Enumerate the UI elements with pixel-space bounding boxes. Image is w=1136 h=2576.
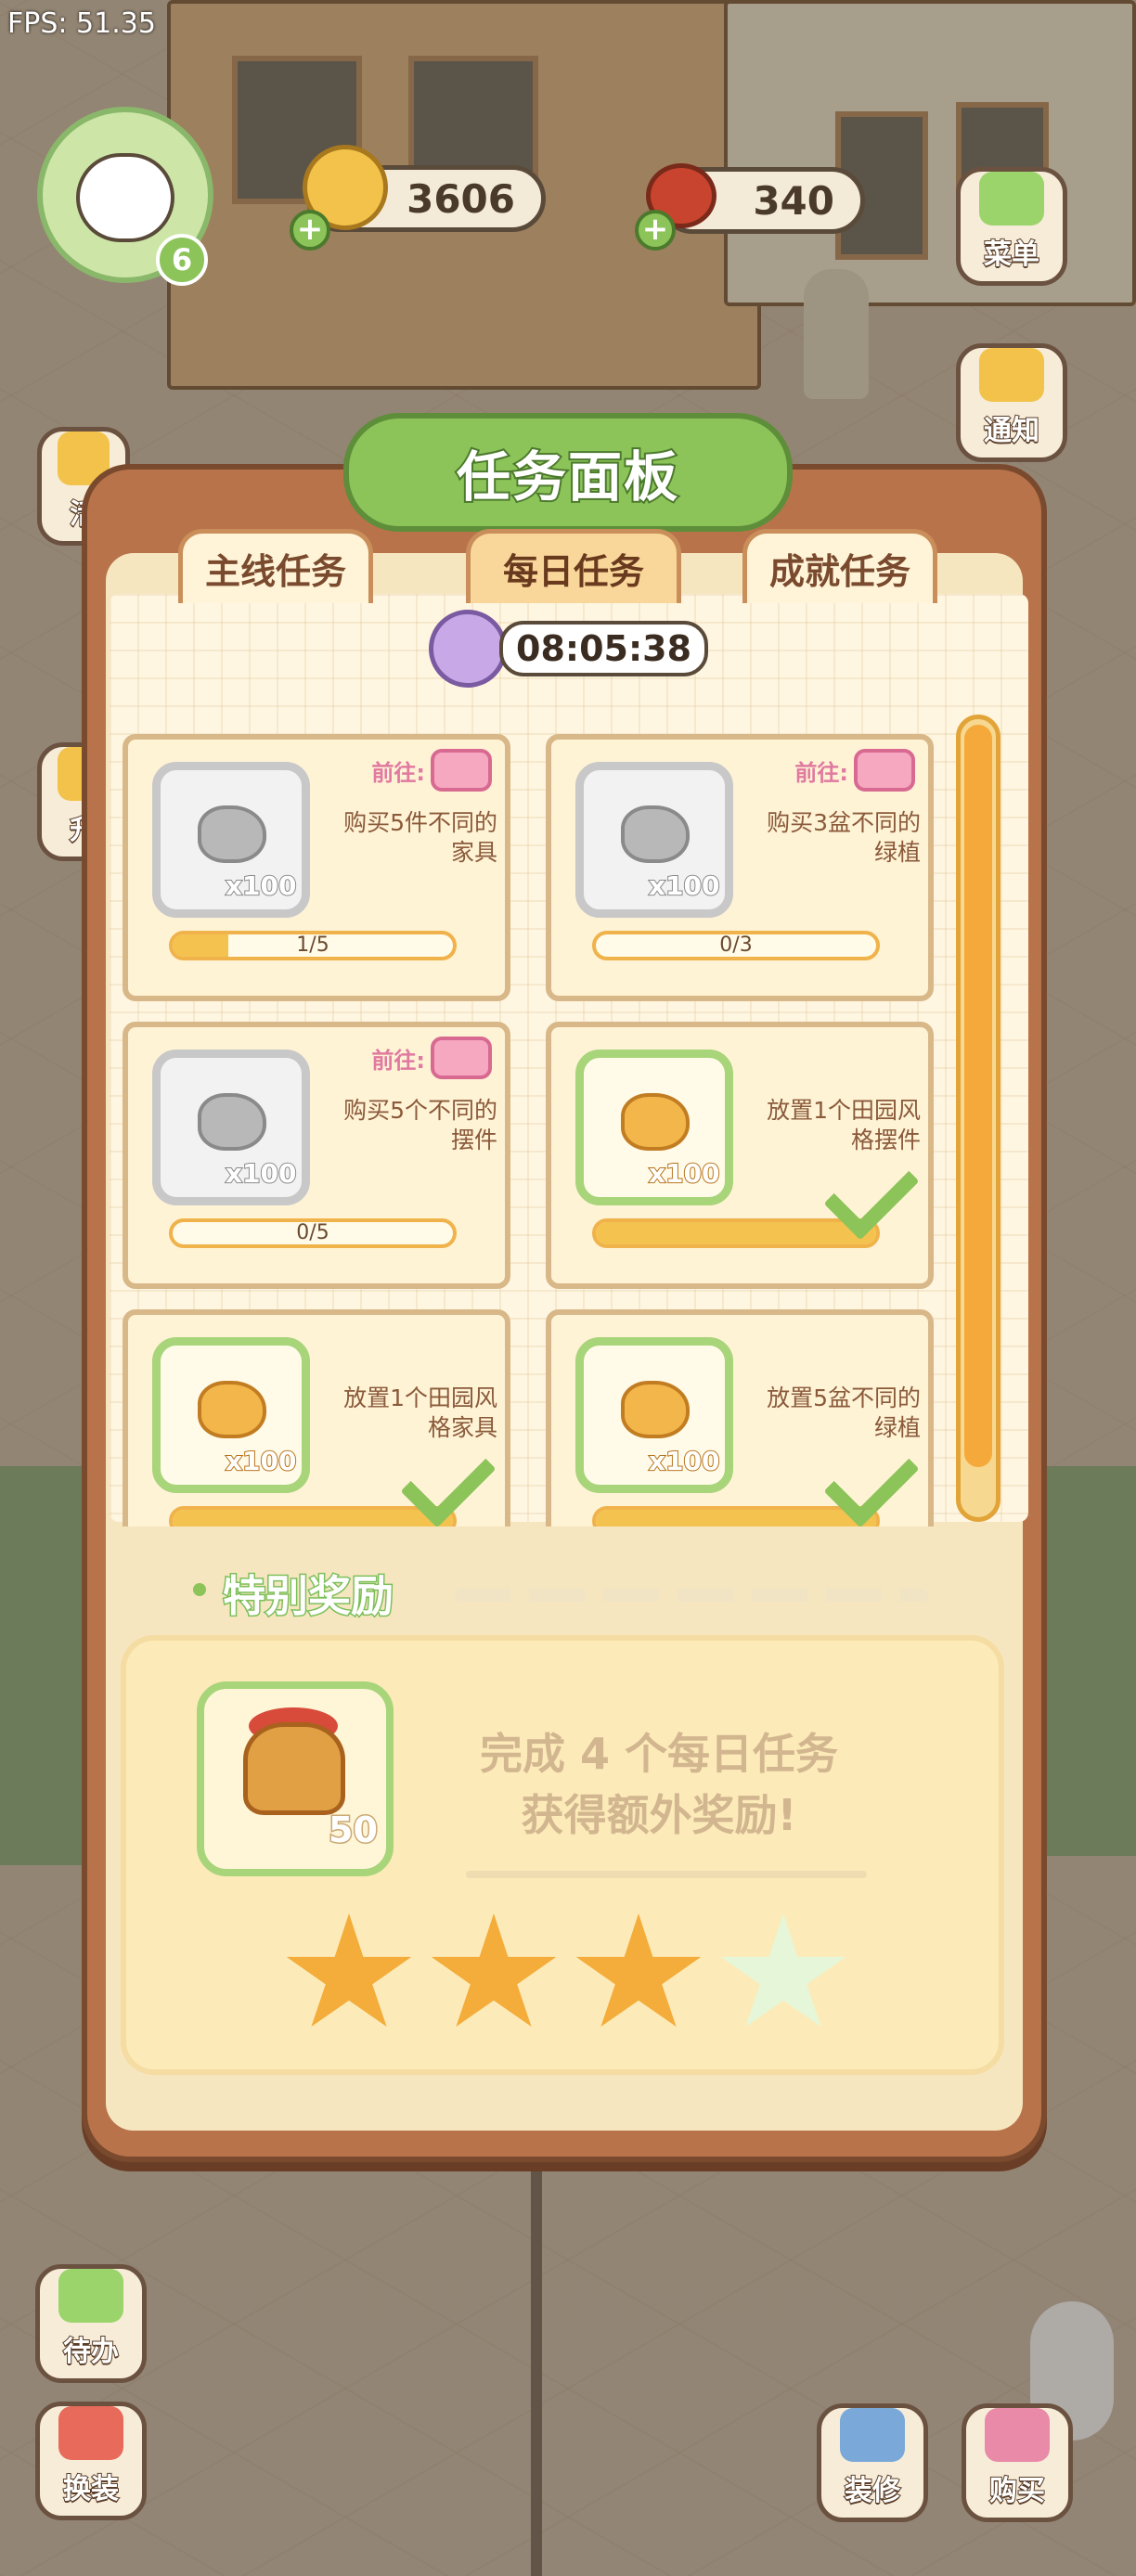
progress-fill xyxy=(596,1510,876,1526)
panel-title-banner: 任务面板 xyxy=(343,413,793,532)
carrot-count: 340 xyxy=(753,177,834,224)
progress-text: 0/3 xyxy=(719,934,753,957)
task-description: 购买3盆不同的绿植 xyxy=(767,809,921,866)
fruit-basket-icon xyxy=(243,1722,345,1815)
ore-icon xyxy=(198,1093,266,1151)
decorate-button[interactable]: 装修 xyxy=(817,2403,928,2522)
bullet-dot xyxy=(193,1583,206,1596)
fps-counter: FPS: 51.35 xyxy=(7,7,156,40)
task-list[interactable]: x100 前往: 购买5件不同的家具 1/5 x100 前往: 购买3盆不同的绿… xyxy=(110,719,945,1526)
reward-thumbnail: x100 xyxy=(575,1050,733,1205)
reward-count: 50 xyxy=(328,1809,380,1852)
bell-icon xyxy=(979,348,1044,402)
decorate-label: 装修 xyxy=(844,2474,901,2508)
goto-button[interactable]: 前往: xyxy=(794,749,915,792)
goto-label: 前往: xyxy=(371,759,425,786)
arrow-right-icon xyxy=(431,1037,492,1079)
panel-title: 任务面板 xyxy=(455,444,679,510)
notice-label: 通知 xyxy=(983,414,1040,448)
menu-icon xyxy=(979,172,1044,225)
add-coins-button[interactable]: + xyxy=(290,210,330,251)
coin-count: 3606 xyxy=(407,175,515,222)
todo-list-icon xyxy=(58,2269,123,2323)
task-card: x100 前往: 购买5件不同的家具 1/5 xyxy=(123,734,510,1001)
task-description: 放置5盆不同的绿植 xyxy=(767,1385,921,1441)
shop-label: 购买 xyxy=(988,2474,1046,2508)
task-list-scrollbar[interactable] xyxy=(956,715,1000,1522)
progress-fill xyxy=(596,1222,876,1244)
goto-button[interactable]: 前往: xyxy=(371,749,492,792)
wardrobe-icon xyxy=(58,2406,123,2460)
ore-icon xyxy=(198,805,266,863)
menu-button[interactable]: 菜单 xyxy=(956,167,1067,286)
progress-text: 0/5 xyxy=(296,1221,329,1244)
goto-label: 前往: xyxy=(794,759,848,786)
task-description: 放置1个田园风格家具 xyxy=(343,1385,497,1441)
reward-thumbnail: x100 xyxy=(152,762,310,918)
todo-label: 待办 xyxy=(62,2335,120,2369)
tab-main-tasks[interactable]: 主线任务 xyxy=(178,529,373,603)
reward-divider xyxy=(466,1871,867,1878)
tab-label: 主线任务 xyxy=(204,551,346,592)
reward-qty: x100 xyxy=(648,1445,721,1477)
task-description: 购买5件不同的家具 xyxy=(343,809,497,866)
ore-icon xyxy=(621,805,690,863)
reward-thumbnail: x100 xyxy=(152,1050,310,1205)
dashed-divider xyxy=(455,1589,928,1602)
reward-thumbnail: x100 xyxy=(575,1337,733,1493)
decorate-icon xyxy=(840,2408,905,2462)
reward-thumbnail: x100 xyxy=(575,762,733,918)
task-description: 放置1个田园风格摆件 xyxy=(767,1097,921,1153)
reward-requirement-text: 完成 4 个每日任务 xyxy=(479,1729,839,1779)
progress-text: 1/5 xyxy=(296,934,329,957)
reward-thumbnail: x100 xyxy=(152,1337,310,1493)
shopping-bag-icon xyxy=(985,2408,1050,2462)
arrow-right-icon xyxy=(431,749,492,792)
goto-button[interactable]: 前往: xyxy=(371,1037,492,1079)
task-card: x100 前往: 购买3盆不同的绿植 0/3 xyxy=(546,734,934,1001)
notice-button[interactable]: 通知 xyxy=(956,343,1067,462)
timer-value: 08:05:38 xyxy=(499,621,709,676)
reward-qty: x100 xyxy=(225,1445,298,1477)
todo-button[interactable]: 待办 xyxy=(35,2264,147,2383)
progress-bar xyxy=(169,1506,457,1526)
add-carrots-button[interactable]: + xyxy=(635,210,676,251)
reward-qty: x100 xyxy=(648,869,721,902)
goto-label: 前往: xyxy=(371,1047,425,1074)
reset-timer: 08:05:38 xyxy=(429,610,709,688)
gold-ore-icon xyxy=(621,1093,690,1151)
reward-description-text: 获得额外奖励! xyxy=(521,1790,797,1840)
scrollbar-thumb[interactable] xyxy=(964,725,992,1467)
tab-daily-tasks[interactable]: 每日任务 xyxy=(466,529,681,603)
special-reward-title: 特别奖励 xyxy=(222,1570,395,1623)
tab-achievement-tasks[interactable]: 成就任务 xyxy=(742,529,937,603)
reward-qty: x100 xyxy=(225,1157,298,1190)
task-card[interactable]: x100 放置1个田园风格家具 xyxy=(123,1309,510,1526)
task-card: x100 前往: 购买5个不同的摆件 0/5 xyxy=(123,1022,510,1289)
arrow-right-icon xyxy=(854,749,915,792)
dress-button[interactable]: 换装 xyxy=(35,2402,147,2520)
alarm-clock-icon xyxy=(429,610,507,688)
tab-label: 每日任务 xyxy=(502,551,644,592)
reward-qty: x100 xyxy=(648,1157,721,1190)
task-card[interactable]: x100 放置1个田园风格摆件 xyxy=(546,1022,934,1289)
progress-bar xyxy=(592,1506,880,1526)
progress-bar xyxy=(592,1218,880,1248)
tab-label: 成就任务 xyxy=(768,551,910,592)
player-level-badge: 6 xyxy=(156,234,208,286)
progress-fill xyxy=(173,1510,453,1526)
task-card[interactable]: x100 放置5盆不同的绿植 xyxy=(546,1309,934,1526)
reward-qty: x100 xyxy=(225,869,298,902)
task-description: 购买5个不同的摆件 xyxy=(343,1097,497,1153)
dress-label: 换装 xyxy=(62,2472,120,2506)
avatar-face-icon xyxy=(76,153,174,242)
menu-label: 菜单 xyxy=(983,238,1040,272)
shop-button[interactable]: 购买 xyxy=(962,2403,1073,2522)
gold-ore-icon xyxy=(621,1381,690,1438)
gold-ore-icon xyxy=(198,1381,266,1438)
